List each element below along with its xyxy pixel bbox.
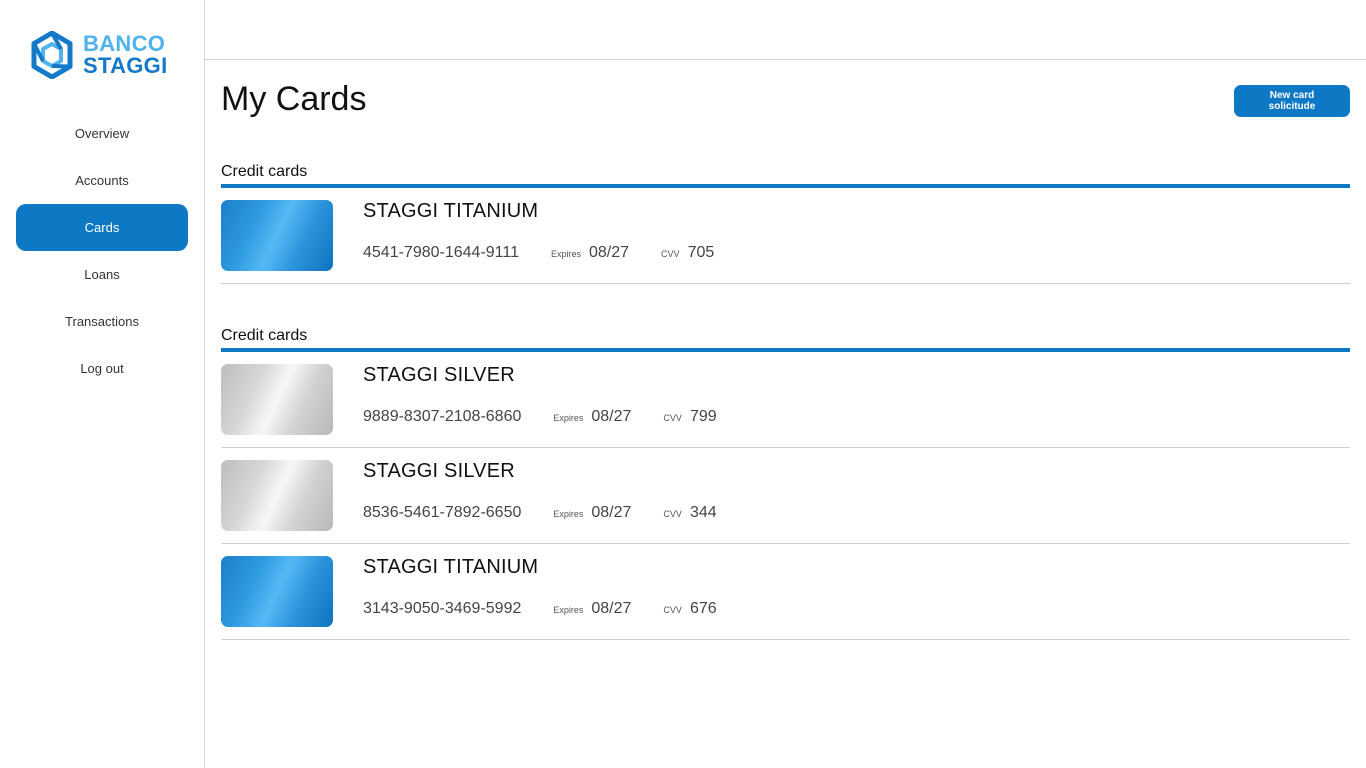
- cvv-value: 676: [689, 600, 717, 617]
- card-name: STAGGI SILVER: [363, 364, 515, 386]
- card-row[interactable]: STAGGI TITANIUM 3143-9050-3469-5992 Expi…: [221, 544, 1350, 640]
- page-title: My Cards: [221, 80, 367, 118]
- section-title: Credit cards: [221, 318, 1350, 352]
- silver-card-image: [221, 460, 333, 531]
- sidebar: BANCO STAGGI Overview Accounts Cards Loa…: [0, 0, 205, 768]
- sidebar-nav: Overview Accounts Cards Loans Transactio…: [16, 110, 188, 392]
- card-name: STAGGI SILVER: [363, 460, 515, 482]
- new-card-solicitude-button[interactable]: New card solicitude: [1234, 85, 1350, 117]
- credit-cards-section: Credit cards STAGGI SILVER 9889-8307-210…: [221, 318, 1350, 640]
- expires-value: 08/27: [591, 408, 632, 425]
- cvv-label: CVV: [663, 605, 682, 615]
- cvv-label: CVV: [661, 249, 680, 259]
- card-name: STAGGI TITANIUM: [363, 200, 539, 222]
- card-name: STAGGI TITANIUM: [363, 556, 539, 578]
- sidebar-item-loans[interactable]: Loans: [16, 251, 188, 298]
- card-number: 4541-7980-1644-9111: [363, 244, 519, 261]
- card-details: 9889-8307-2108-6860 Expires 08/27 CVV 79…: [363, 408, 717, 426]
- credit-cards-section: Credit cards STAGGI TITANIUM 4541-7980-1…: [221, 154, 1350, 284]
- expires-label: Expires: [553, 605, 584, 615]
- card-details: 4541-7980-1644-9111 Expires 08/27 CVV 70…: [363, 244, 714, 262]
- expires-value: 08/27: [591, 504, 632, 521]
- cvv-value: 705: [687, 244, 715, 261]
- card-details: 8536-5461-7892-6650 Expires 08/27 CVV 34…: [363, 504, 717, 522]
- sidebar-item-overview[interactable]: Overview: [16, 110, 188, 157]
- sidebar-item-log-out[interactable]: Log out: [16, 345, 188, 392]
- expires-label: Expires: [553, 413, 584, 423]
- section-title: Credit cards: [221, 154, 1350, 188]
- titanium-card-image: [221, 200, 333, 271]
- brand-logo[interactable]: BANCO STAGGI: [30, 30, 168, 80]
- card-row[interactable]: STAGGI SILVER 8536-5461-7892-6650 Expire…: [221, 448, 1350, 544]
- card-details: 3143-9050-3469-5992 Expires 08/27 CVV 67…: [363, 600, 717, 618]
- top-bar: [205, 0, 1366, 60]
- cvv-value: 344: [689, 504, 717, 521]
- cvv-label: CVV: [663, 413, 682, 423]
- expires-label: Expires: [553, 509, 584, 519]
- sidebar-item-transactions[interactable]: Transactions: [16, 298, 188, 345]
- banco-staggi-logo-icon: [31, 31, 73, 79]
- card-number: 3143-9050-3469-5992: [363, 600, 522, 617]
- sidebar-item-accounts[interactable]: Accounts: [16, 157, 188, 204]
- expires-label: Expires: [550, 249, 581, 259]
- brand-name-line2: STAGGI: [83, 53, 168, 78]
- brand-name: BANCO STAGGI: [83, 33, 168, 77]
- cvv-value: 799: [689, 408, 717, 425]
- cvv-label: CVV: [663, 509, 682, 519]
- card-row[interactable]: STAGGI SILVER 9889-8307-2108-6860 Expire…: [221, 352, 1350, 448]
- expires-value: 08/27: [589, 244, 630, 261]
- silver-card-image: [221, 364, 333, 435]
- card-row[interactable]: STAGGI TITANIUM 4541-7980-1644-9111 Expi…: [221, 188, 1350, 284]
- expires-value: 08/27: [591, 600, 632, 617]
- brand-name-line1: BANCO: [83, 31, 166, 56]
- card-number: 9889-8307-2108-6860: [363, 408, 522, 425]
- titanium-card-image: [221, 556, 333, 627]
- app-root: BANCO STAGGI Overview Accounts Cards Loa…: [0, 0, 1366, 768]
- sidebar-item-cards[interactable]: Cards: [16, 204, 188, 251]
- card-number: 8536-5461-7892-6650: [363, 504, 522, 521]
